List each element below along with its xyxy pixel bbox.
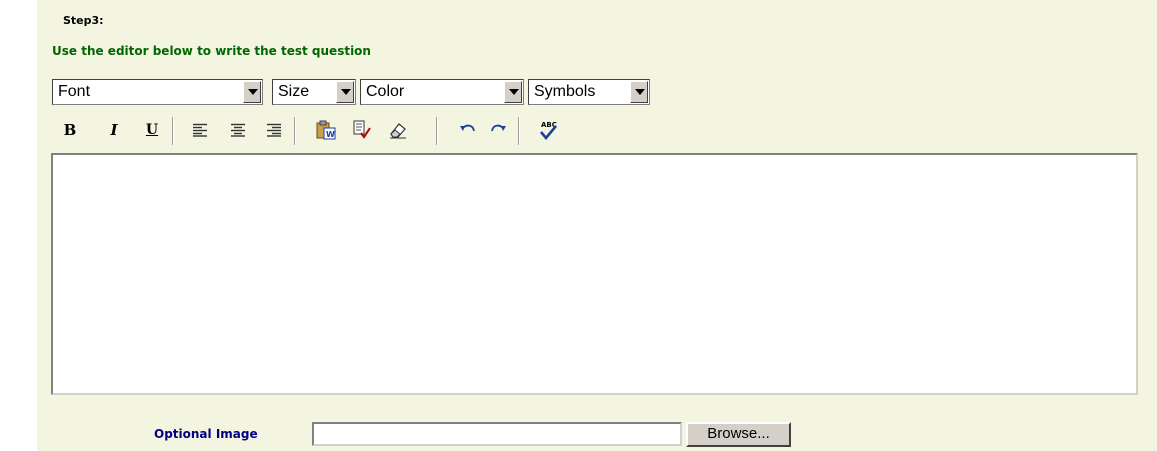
underline-icon: U [145,122,159,138]
redo-button[interactable] [486,117,510,143]
spell-check-icon: ABC [540,121,557,141]
chevron-down-icon[interactable] [504,81,522,103]
toolbar-divider [436,117,438,145]
chevron-down-icon[interactable] [243,81,261,103]
clean-html-icon [353,120,371,139]
bold-button[interactable]: B [58,117,82,143]
font-select-value: Font [58,83,91,100]
color-select-value: Color [366,83,405,100]
clean-html-button[interactable] [350,117,374,143]
size-select-value: Size [278,83,310,100]
spell-check-button[interactable]: ABC [536,117,560,143]
align-center-icon [231,123,245,137]
symbols-select[interactable]: Symbols [528,79,650,105]
bold-icon: B [63,121,77,139]
question-editor[interactable] [51,153,1138,395]
undo-button[interactable] [456,117,480,143]
italic-button[interactable]: I [102,117,126,143]
paste-from-word-icon: W [316,120,336,140]
color-select[interactable]: Color [360,79,524,105]
redo-icon [491,124,506,132]
symbols-select-value: Symbols [534,83,596,100]
align-right-button[interactable] [262,117,286,143]
toolbar-divider [294,117,296,145]
step-heading: Step3: [63,14,104,27]
align-left-icon [193,123,207,137]
size-select[interactable]: Size [272,79,356,105]
undo-icon [460,124,475,132]
chevron-down-icon[interactable] [336,81,354,103]
eraser-icon [390,123,406,139]
align-center-button[interactable] [226,117,250,143]
toolbar-divider [172,117,174,145]
editor-toolbar: B I U W ABC [52,113,577,149]
font-select[interactable]: Font [52,79,263,105]
instruction-text: Use the editor below to write the test q… [52,44,371,58]
align-right-icon [267,123,281,137]
browse-button[interactable]: Browse... [686,422,791,447]
optional-image-label: Optional Image [154,427,258,441]
svg-text:W: W [326,130,335,139]
toolbar-divider [518,117,520,145]
chevron-down-icon[interactable] [630,81,648,103]
align-left-button[interactable] [188,117,212,143]
optional-image-input[interactable] [312,422,682,446]
underline-button[interactable]: U [140,117,164,143]
paste-from-word-button[interactable]: W [314,117,338,143]
eraser-button[interactable] [386,117,410,143]
italic-icon: I [110,121,118,139]
